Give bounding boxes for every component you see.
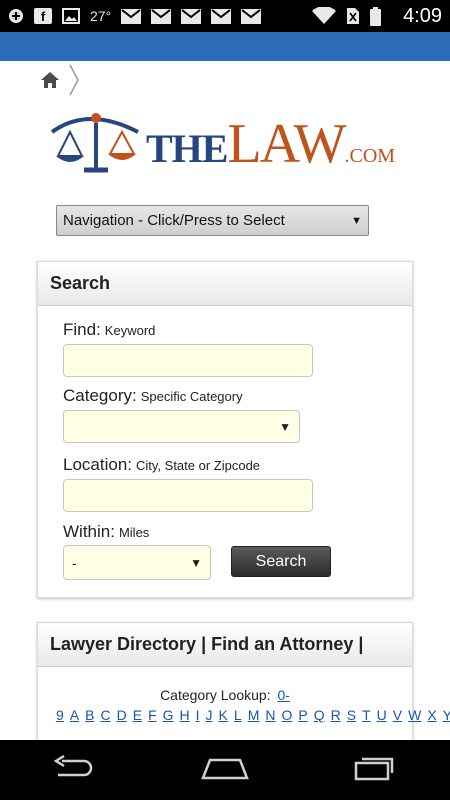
find-label: Find: Keyword — [63, 320, 155, 340]
lookup-link-j[interactable]: J — [206, 707, 213, 723]
search-panel-title: Search — [38, 262, 412, 306]
gmail-icon — [211, 8, 232, 24]
site-top-bar — [0, 32, 450, 61]
breadcrumb — [40, 64, 80, 101]
location-label: Location: City, State or Zipcode — [63, 455, 260, 475]
battery-icon — [370, 6, 382, 26]
lookup-link-s[interactable]: S — [347, 707, 356, 723]
logo-com: .COM — [344, 145, 396, 167]
lookup-link-h[interactable]: H — [180, 707, 190, 723]
find-label-text: Find: — [63, 320, 101, 339]
lawyer-directory-title: Lawyer Directory | Find an Attorney | — [38, 623, 412, 667]
within-miles-value: - — [72, 554, 77, 571]
add-icon — [8, 8, 24, 24]
system-navigation-bar — [0, 740, 450, 800]
lookup-link-o[interactable]: O — [281, 707, 292, 723]
back-icon[interactable] — [52, 754, 96, 786]
recent-apps-icon[interactable] — [354, 755, 398, 786]
lookup-link-n[interactable]: N — [265, 707, 275, 723]
location-input[interactable] — [63, 479, 313, 512]
lookup-link-p[interactable]: P — [298, 707, 307, 723]
category-label-text: Category: — [63, 386, 137, 405]
lookup-link-g[interactable]: G — [163, 707, 174, 723]
find-hint: Keyword — [104, 323, 156, 338]
gmail-icon — [121, 8, 142, 24]
status-bar: f 27° 4:09 — [0, 0, 450, 32]
lookup-link-y[interactable]: Y — [443, 707, 450, 723]
within-label-text: Within: — [63, 522, 115, 541]
location-hint: City, State or Zipcode — [136, 458, 261, 473]
within-hint: Miles — [118, 525, 150, 540]
lookup-link-k[interactable]: K — [219, 707, 228, 723]
lookup-link-v[interactable]: V — [393, 707, 402, 723]
dropdown-arrow-icon: ▼ — [351, 214, 362, 227]
category-select[interactable]: ▼ — [63, 410, 300, 443]
lookup-link-w[interactable]: W — [408, 707, 421, 723]
site-logo[interactable]: THE LAW .COM — [48, 108, 398, 178]
lookup-link-t[interactable]: T — [362, 707, 371, 723]
lookup-link-m[interactable]: M — [248, 707, 260, 723]
dropdown-arrow-icon: ▼ — [190, 555, 202, 570]
navigation-select-label: Navigation - Click/Press to Select — [63, 212, 285, 229]
category-lookup-label: Category Lookup: — [160, 687, 271, 703]
lookup-link-i[interactable]: I — [196, 707, 200, 723]
within-label: Within: Miles — [63, 522, 149, 542]
no-sim-icon — [346, 7, 360, 25]
gmail-icon — [241, 8, 262, 24]
clock: 4:09 — [403, 4, 442, 27]
lookup-link-d[interactable]: D — [117, 707, 127, 723]
category-label: Category: Specific Category — [63, 386, 243, 406]
gmail-icon — [151, 8, 172, 24]
breadcrumb-separator-icon — [68, 64, 80, 101]
lookup-link-r[interactable]: R — [331, 707, 341, 723]
lookup-link-c[interactable]: C — [100, 707, 110, 723]
scales-icon — [50, 113, 139, 173]
wifi-icon — [312, 7, 337, 25]
dropdown-arrow-icon: ▼ — [279, 419, 291, 434]
facebook-icon: f — [34, 8, 52, 24]
lookup-link-e[interactable]: E — [133, 707, 142, 723]
lookup-link-a[interactable]: A — [70, 707, 79, 723]
temperature: 27° — [90, 8, 112, 24]
logo-law: LAW — [227, 113, 346, 175]
search-button[interactable]: Search — [231, 546, 331, 577]
keyword-input[interactable] — [63, 344, 313, 377]
gallery-icon — [62, 8, 80, 24]
gmail-icon — [181, 8, 202, 24]
lookup-link-q[interactable]: Q — [314, 707, 325, 723]
category-hint: Specific Category — [140, 389, 243, 404]
location-label-text: Location: — [63, 455, 132, 474]
lookup-link-u[interactable]: U — [377, 707, 387, 723]
navigation-select[interactable]: Navigation - Click/Press to Select ▼ — [56, 205, 369, 236]
lookup-link-l[interactable]: L — [234, 707, 242, 723]
home-button-icon[interactable] — [200, 756, 250, 785]
search-panel: Search Find: Keyword Category: Specific Ca… — [37, 261, 413, 598]
lookup-link-b[interactable]: B — [85, 707, 94, 723]
logo-the: THE — [146, 126, 228, 171]
category-lookup: Category Lookup: 0-9 A B C D E F G H I J K L M N O P Q R S T… — [38, 685, 450, 725]
lawyer-directory-panel: Lawyer Directory | Find an Attorney | Ca… — [37, 622, 450, 752]
within-miles-select[interactable]: - ▼ — [63, 545, 211, 580]
home-icon[interactable] — [40, 71, 60, 94]
lookup-link-x[interactable]: X — [427, 707, 436, 723]
lookup-link-f[interactable]: F — [148, 707, 157, 723]
